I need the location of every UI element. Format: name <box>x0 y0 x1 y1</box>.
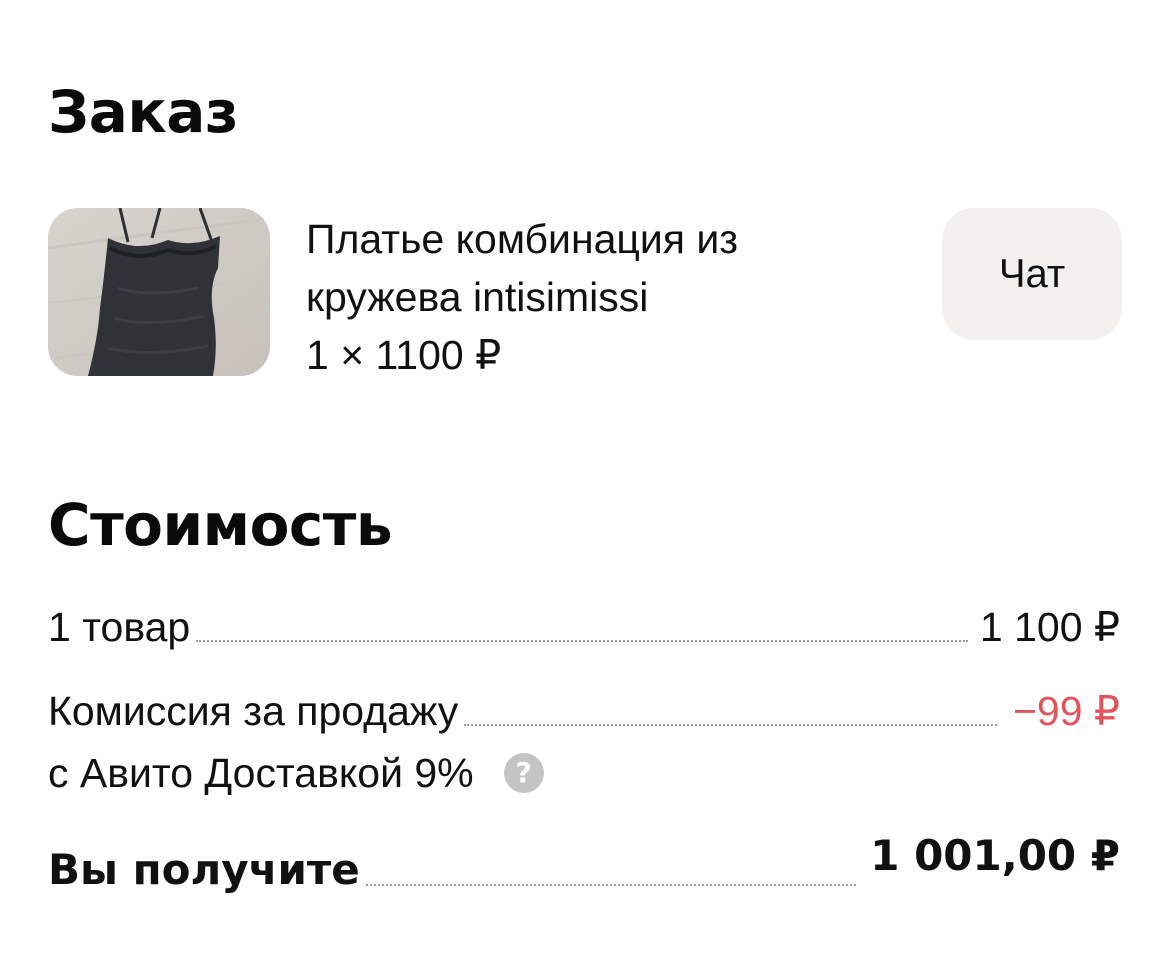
order-details-screen: Заказ Платье комбинация из кружева intis… <box>0 0 1170 973</box>
commission-value: −99 ₽ <box>1012 688 1120 734</box>
dotted-leader <box>365 883 857 886</box>
items-label: 1 товар <box>48 604 191 650</box>
product-quantity-price: 1 × 1100 ₽ <box>306 332 502 378</box>
cost-row-items: 1 товар 1 100 ₽ <box>48 602 1120 652</box>
commission-label-line2: с Авито Доставкой 9% <box>48 750 474 796</box>
product-title-line1: Платье комбинация из <box>306 216 739 262</box>
total-label: Вы получите <box>48 845 360 894</box>
help-icon[interactable]: ? <box>503 753 544 793</box>
cost-row-commission: Комиссия за продажу −99 ₽ <box>48 686 1120 736</box>
order-section-title: Заказ <box>48 78 239 146</box>
cost-section-title: Стоимость <box>48 491 393 559</box>
commission-label-line2-container: с Авито Доставкой 9% ? <box>48 748 544 798</box>
items-value: 1 100 ₽ <box>979 604 1120 650</box>
product-title-line2: кружева intisimissi <box>306 274 649 320</box>
dotted-leader <box>464 723 997 726</box>
total-value: 1 001,00 ₽ <box>870 831 1120 880</box>
cost-row-total: Вы получите 1 001,00 ₽ <box>48 831 1120 896</box>
dotted-leader <box>196 639 968 642</box>
chat-button[interactable]: Чат <box>942 208 1122 340</box>
product-info[interactable]: Платье комбинация из кружева intisimissi… <box>306 210 886 384</box>
dress-photo-icon <box>48 208 270 376</box>
commission-label-line1: Комиссия за продажу <box>48 688 459 734</box>
product-image[interactable] <box>48 208 270 376</box>
